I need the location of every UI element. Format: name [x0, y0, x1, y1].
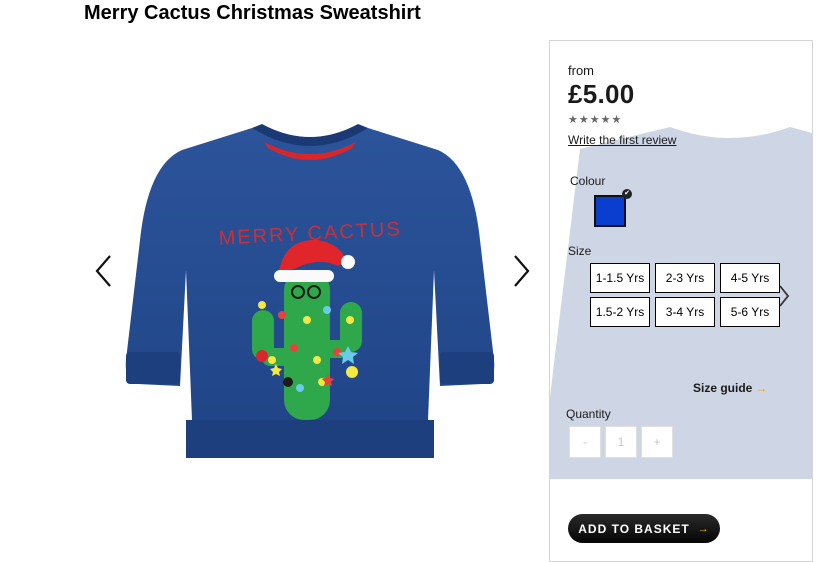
chevron-right-icon [779, 285, 790, 307]
checkmark-icon: ✔ [622, 189, 632, 199]
size-option[interactable]: 3-4 Yrs [655, 297, 715, 327]
product-image: MERRY CACTUS [125, 124, 495, 458]
quantity-stepper: - 1 + [569, 426, 673, 458]
quantity-input[interactable]: 1 [605, 426, 637, 458]
size-next-button[interactable] [777, 284, 791, 313]
size-option[interactable]: 1.5-2 Yrs [590, 297, 650, 327]
add-to-basket-label: ADD TO BASKET [578, 521, 690, 536]
arrow-right-icon: → [697, 522, 710, 535]
add-to-basket-button[interactable]: ADD TO BASKET → [568, 514, 720, 543]
star-icon: ★ [600, 114, 611, 126]
product-title: Merry Cactus Christmas Sweatshirt [84, 2, 421, 24]
quantity-decrease-button[interactable]: - [569, 426, 601, 458]
product-info-panel: from £5.00 ★ ★ ★ ★ ★ Write the first rev… [549, 40, 813, 562]
price: £5.00 [568, 79, 635, 109]
size-guide-link[interactable]: Size guide → [693, 381, 767, 395]
arrow-right-icon: → [755, 381, 768, 395]
chevron-left-icon [95, 255, 111, 287]
gallery-prev-button[interactable] [91, 251, 117, 291]
size-label: Size [568, 244, 592, 258]
size-option[interactable]: 1-1.5 Yrs [590, 263, 650, 293]
size-guide-label: Size guide [693, 381, 753, 395]
gallery-next-button[interactable] [508, 251, 534, 291]
quantity-label: Quantity [566, 407, 611, 421]
star-icon: ★ [589, 114, 600, 126]
star-icon: ★ [578, 114, 589, 126]
quantity-increase-button[interactable]: + [641, 426, 673, 458]
size-option[interactable]: 4-5 Yrs [720, 263, 780, 293]
chevron-right-icon [514, 255, 530, 287]
rating-stars: ★ ★ ★ ★ ★ [568, 115, 621, 126]
size-option[interactable]: 2-3 Yrs [655, 263, 715, 293]
star-icon: ★ [568, 114, 578, 126]
star-icon: ★ [611, 114, 622, 126]
price-from-label: from [568, 63, 594, 78]
colour-label: Colour [570, 174, 606, 188]
write-review-link[interactable]: Write the first review [568, 133, 676, 147]
colour-swatch-blue[interactable] [594, 195, 626, 227]
size-option[interactable]: 5-6 Yrs [720, 297, 780, 327]
